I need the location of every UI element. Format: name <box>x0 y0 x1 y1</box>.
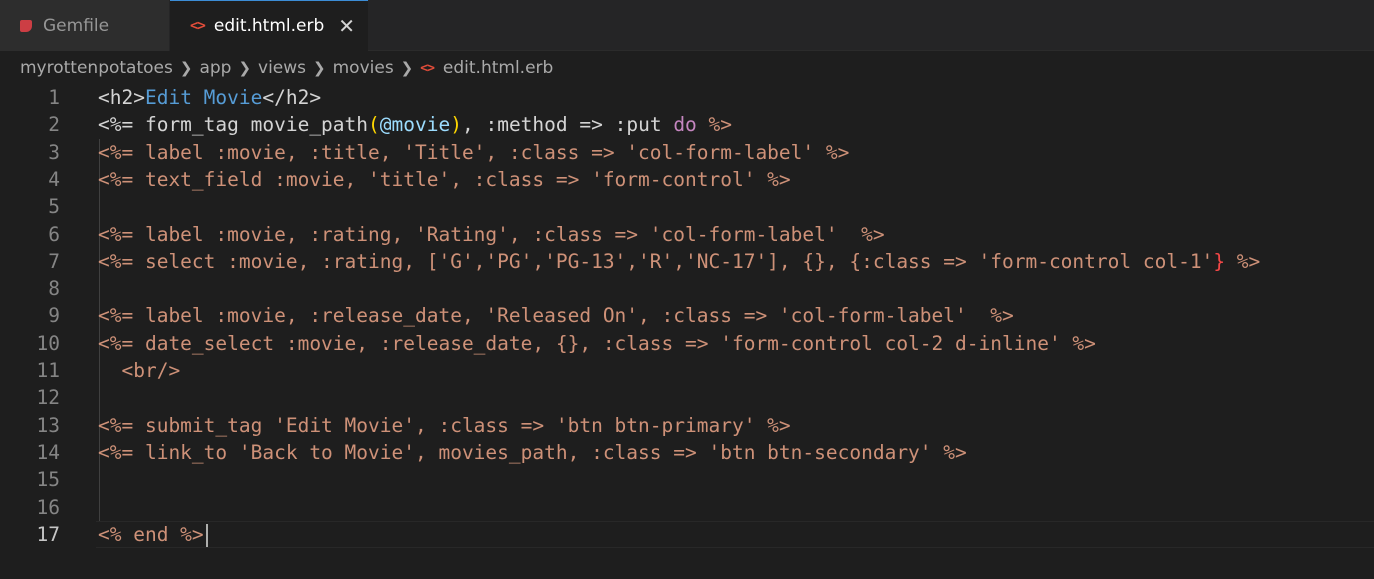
line-number: 11 <box>36 359 60 382</box>
line-number: 4 <box>48 167 60 191</box>
code-line: 13 <%= submit_tag 'Edit Movie', :class =>… <box>0 412 1374 439</box>
code-editor[interactable]: 1 <h2>Edit Movie</h2> 2 <%= form_tag movie_… <box>0 84 1374 579</box>
line-number: 2 <box>48 113 60 137</box>
line-number: 7 <box>48 249 60 273</box>
code-text: <%= submit_tag 'Edit Movie', :class => '… <box>98 413 791 437</box>
line-number: 8 <box>48 277 60 301</box>
line-number: 12 <box>36 386 60 410</box>
ruby-icon <box>20 19 32 32</box>
line-number: 9 <box>48 304 60 328</box>
close-icon[interactable]: ✕ <box>338 16 355 36</box>
code-line: 7 <%= select :movie, :rating, ['G','PG','… <box>0 248 1374 275</box>
line-number: 1 <box>48 86 60 109</box>
breadcrumb-item-app[interactable]: app <box>199 58 231 78</box>
tab-label: edit.html.erb <box>213 16 325 36</box>
line-number: 6 <box>48 222 60 246</box>
code-text: <h2>Edit Movie</h2> <box>98 86 322 109</box>
code-line: 8 <box>0 275 1374 302</box>
code-line: 14 <%= link_to 'Back to Movie', movies_pa… <box>0 439 1374 466</box>
html-icon: <> <box>190 18 206 34</box>
code-line: 4 <%= text_field :movie, 'title', :class … <box>0 166 1374 193</box>
breadcrumb-item-myrottenpotatoes[interactable]: myrottenpotatoes <box>20 58 173 78</box>
code-line: 3 <%= label :movie, :title, 'Title', :cla… <box>0 139 1374 166</box>
html-icon: <> <box>420 60 435 76</box>
line-number: 15 <box>36 468 60 492</box>
breadcrumb-item-movies[interactable]: movies <box>333 58 394 78</box>
code-line: 15 <box>0 466 1374 493</box>
chevron-right-icon: ❯ <box>238 59 252 77</box>
code-line: 5 <box>0 193 1374 220</box>
breadcrumb: myrottenpotatoes ❯ app ❯ views ❯ movies … <box>20 55 553 81</box>
tab-gemfile[interactable]: Gemfile <box>0 0 170 51</box>
line-number: 13 <box>36 413 60 437</box>
code-text: <%= label :movie, :release_date, 'Releas… <box>98 304 1014 328</box>
chevron-right-icon: ❯ <box>400 59 414 77</box>
line-number: 3 <box>48 140 60 164</box>
code-line: 2 <%= form_tag movie_path(@movie), :metho… <box>0 111 1374 138</box>
line-number: 5 <box>48 195 60 219</box>
code-line: 16 <box>0 494 1374 521</box>
code-line: 11 <br/> <box>0 357 1374 384</box>
code-line: 10 <%= date_select :movie, :release_date,… <box>0 330 1374 357</box>
code-text: <br/> <box>121 359 181 382</box>
code-line: 1 <h2>Edit Movie</h2> <box>0 84 1374 111</box>
line-number: 17 <box>36 522 60 546</box>
code-text: <%= label :movie, :title, 'Title', :clas… <box>98 140 850 164</box>
line-number: 10 <box>36 331 60 355</box>
code-line: 12 <box>0 384 1374 411</box>
code-text: <%= link_to 'Back to Movie', movies_path… <box>98 440 967 464</box>
breadcrumb-item-views[interactable]: views <box>258 58 306 78</box>
tab-bar: Gemfile <> edit.html.erb ✕ <box>0 0 1374 51</box>
code-text: <%= select :movie, :rating, ['G','PG','P… <box>98 249 1261 273</box>
chevron-right-icon: ❯ <box>179 59 193 77</box>
line-number: 14 <box>36 440 60 464</box>
code-text: <%= label :movie, :rating, 'Rating', :cl… <box>98 222 885 246</box>
code-text: <%= text_field :movie, 'title', :class =… <box>98 167 791 191</box>
breadcrumb-item-file[interactable]: edit.html.erb <box>443 58 553 78</box>
code-line: 6 <%= label :movie, :rating, 'Rating', :c… <box>0 221 1374 248</box>
code-text: <% end %> <box>98 522 204 546</box>
chevron-right-icon: ❯ <box>313 59 326 77</box>
code-text: <%= form_tag movie_path(@movie), :method… <box>98 113 733 137</box>
tab-edit-html-erb[interactable]: <> edit.html.erb ✕ <box>170 0 368 51</box>
code-line: 9 <%= label :movie, :release_date, 'Relea… <box>0 302 1374 329</box>
code-text: <%= date_select :movie, :release_date, {… <box>98 331 1096 355</box>
text-cursor <box>206 523 208 547</box>
line-number: 16 <box>36 495 60 519</box>
tab-label: Gemfile <box>43 15 110 36</box>
